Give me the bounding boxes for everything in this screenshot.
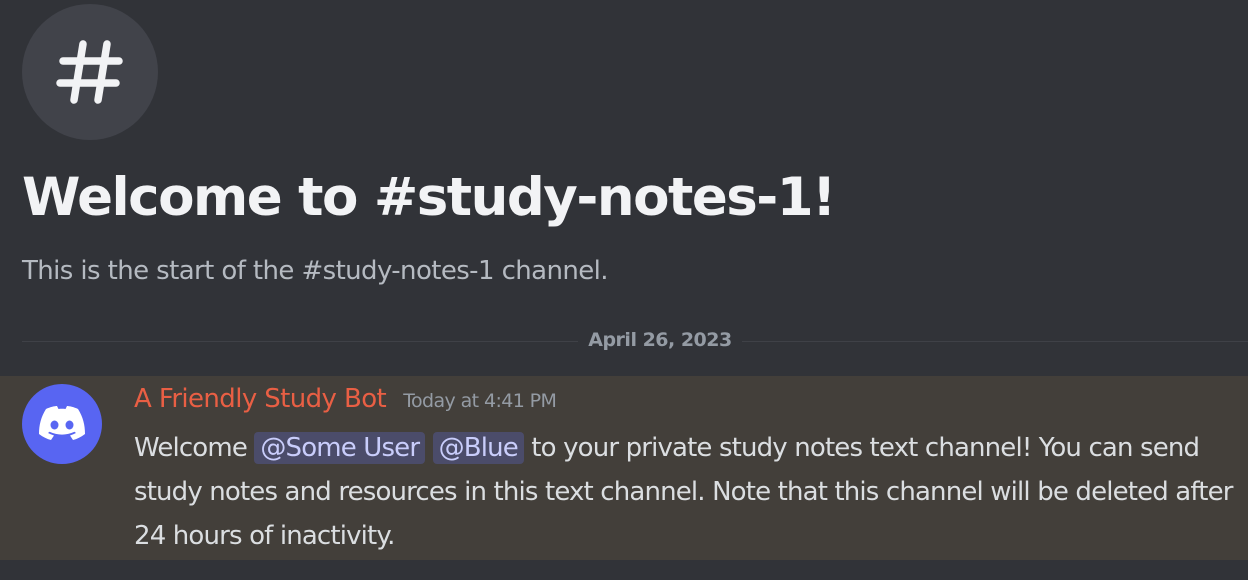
discord-logo-icon [39,406,85,440]
message-content: Welcome @Some User @Blue to your private… [134,426,1234,558]
message-timestamp[interactable]: Today at 4:41 PM [403,390,557,412]
message-row[interactable]: A Friendly Study Bot Today at 4:41 PM We… [0,376,1248,560]
mention-blue[interactable]: @Blue [432,432,524,464]
date-divider-line-right [742,341,1248,342]
welcome-title: Welcome to #study-notes-1! [22,167,836,228]
message-header: A Friendly Study Bot Today at 4:41 PM [134,384,557,414]
channel-icon-circle [22,4,158,140]
welcome-subtitle: This is the start of the #study-notes-1 … [22,256,609,286]
date-divider-line-left [22,341,578,342]
mention-some-user[interactable]: @Some User [254,432,426,464]
hash-icon [56,40,123,104]
message-text-prefix: Welcome [134,433,255,463]
author-name[interactable]: A Friendly Study Bot [134,384,387,414]
date-divider-label: April 26, 2023 [588,329,732,351]
avatar[interactable] [22,384,102,464]
